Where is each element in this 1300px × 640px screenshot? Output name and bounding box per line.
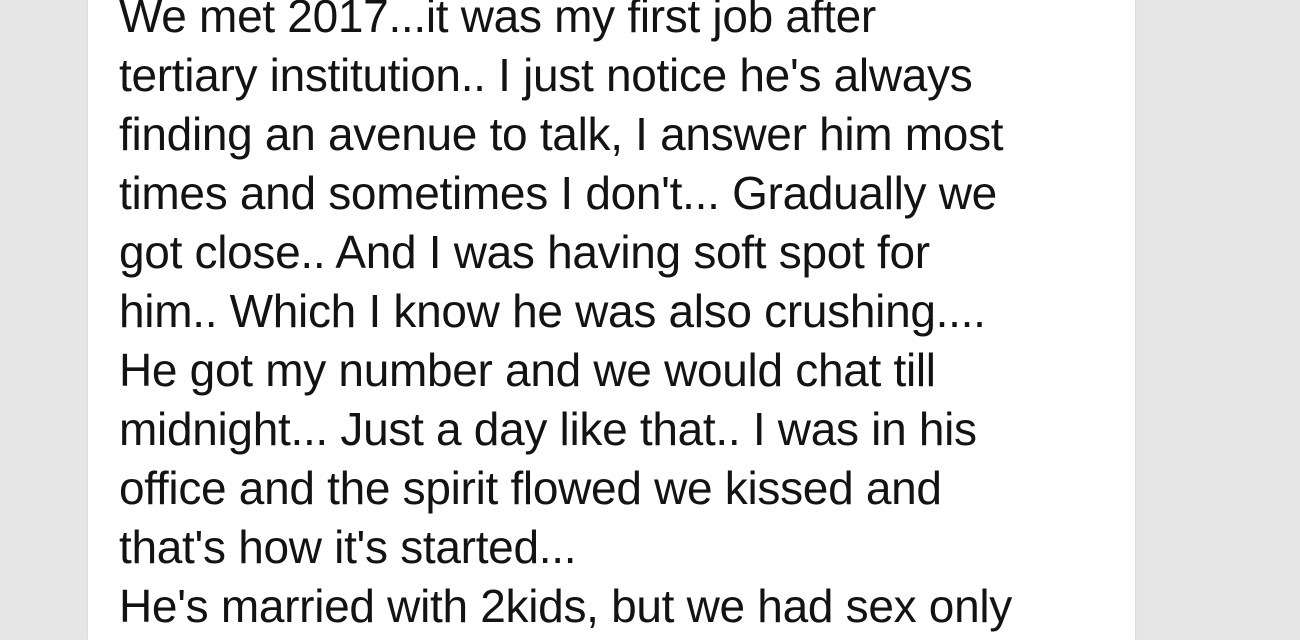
post-text-line: tertiary institution.. I just notice he'… bbox=[119, 49, 973, 101]
post-text-line: him.. Which I know he was also crushing.… bbox=[119, 285, 986, 337]
post-text-line: He got my number and we would chat till bbox=[119, 344, 936, 396]
post-text-line: times and sometimes I don't... Gradually… bbox=[119, 167, 997, 219]
post-text-line: got close.. And I was having soft spot f… bbox=[119, 226, 930, 278]
post-text-line: midnight... Just a day like that.. I was… bbox=[119, 403, 977, 455]
post-text-line: We met 2017...it was my first job after bbox=[119, 0, 876, 42]
post-body-text: We met 2017...it was my first job after … bbox=[119, 0, 1119, 636]
post-text-line: finding an avenue to talk, I answer him … bbox=[119, 108, 1004, 160]
post-text-line: He's married with 2kids, but we had sex … bbox=[119, 580, 1012, 632]
post-text-line: office and the spirit flowed we kissed a… bbox=[119, 462, 942, 514]
post-text-line: that's how it's started... bbox=[119, 521, 577, 573]
